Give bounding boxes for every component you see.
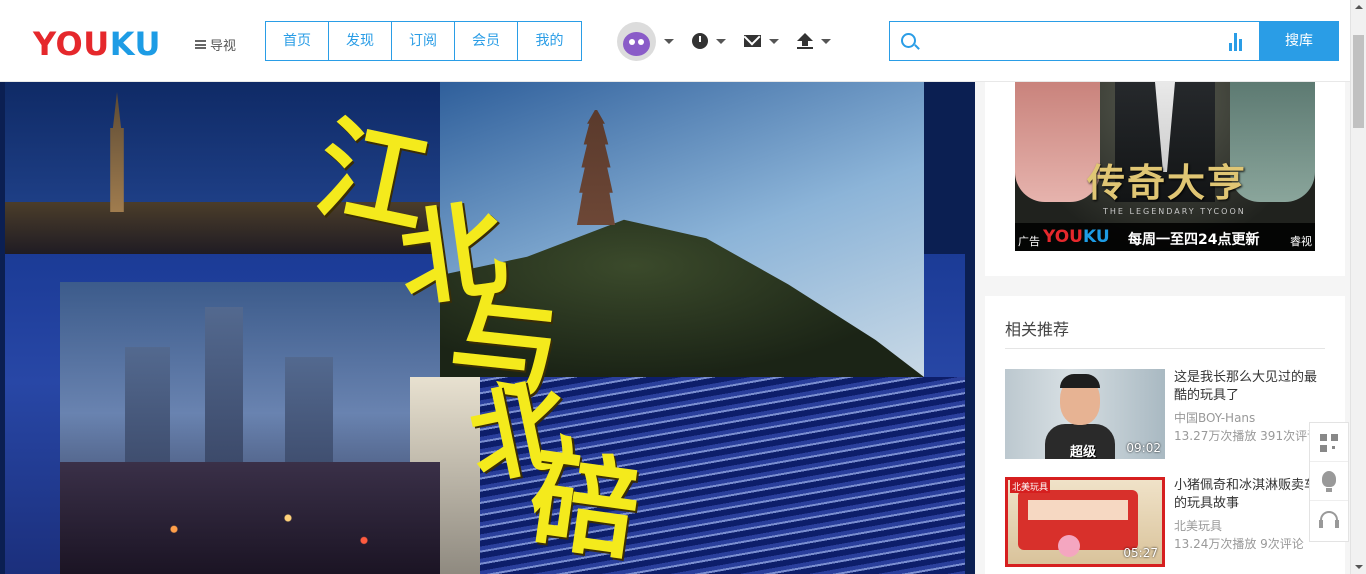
video-title[interactable]: 这是我长那么大见过的最酷的玩具了 [1174,369,1325,405]
history-dropdown[interactable] [692,33,726,49]
nav-discover[interactable]: 发现 [329,22,392,60]
scroll-thumb[interactable] [1353,35,1364,128]
list-item[interactable]: 超级 09:02 这是我长那么大见过的最酷的玩具了 中国BOY-Hans 13.… [1005,369,1325,459]
ad-brand: 睿视 [1290,235,1312,248]
search-icon [901,33,916,48]
video-thumbnail[interactable]: 超级 09:02 [1005,369,1165,459]
menu-icon [195,40,206,49]
scroll-up-arrow-icon[interactable] [1355,5,1363,9]
floating-toolbar [1309,422,1349,542]
qr-code-button[interactable] [1310,423,1348,462]
history-clock-icon [692,33,708,49]
video-stats: 13.27万次播放 391次评论 [1174,429,1320,443]
ad-label: 广告 [1018,235,1040,248]
chevron-down-icon [769,38,779,44]
ad-banner[interactable]: 传奇大亨 THE LEGENDARY TYCOON YOUKU 每周一至四24点… [1015,82,1315,251]
avatar-dropdown[interactable] [617,21,674,61]
ad-title: 传奇大亨 [1087,160,1248,205]
video-thumbnail[interactable]: 北美玩具 05:27 [1005,477,1165,567]
trending-chart-icon[interactable] [1229,32,1245,51]
scroll-down-arrow-icon[interactable] [1355,565,1363,569]
top-header: YOUKU 导视 首页 发现 订阅 会员 我的 搜库 [0,0,1350,82]
qr-code-icon [1320,434,1338,452]
light-toggle-button[interactable] [1310,462,1348,501]
uploader-name[interactable]: 北美玩具 [1174,517,1222,534]
mail-icon [744,35,761,47]
ad-youku-logo: YOUKU [1043,227,1110,247]
video-stats: 13.24万次播放 9次评论 [1174,537,1304,551]
ad-subtitle: THE LEGENDARY TYCOON [1103,207,1246,216]
uploader-name[interactable]: 中国BOY-Hans [1174,409,1255,426]
related-recommendations: 相关推荐 超级 09:02 这是我长那么大见过的最酷的玩具了 中国BOY-Han… [985,296,1345,574]
guide-menu[interactable]: 导视 [195,35,236,54]
chevron-down-icon [821,38,831,44]
chevron-down-icon [716,38,726,44]
divider [1005,348,1325,349]
upload-dropdown[interactable] [797,33,831,49]
ad-card: 传奇大亨 THE LEGENDARY TYCOON YOUKU 每周一至四24点… [985,82,1345,276]
search-box [889,21,1259,61]
section-title: 相关推荐 [1005,320,1070,339]
lightbulb-icon [1322,471,1336,492]
main-nav: 首页 发现 订阅 会员 我的 [265,21,582,61]
duration-badge: 09:02 [1126,441,1161,455]
search-bar: 搜库 [889,21,1339,61]
search-button[interactable]: 搜库 [1259,21,1339,61]
headset-icon [1319,511,1339,528]
search-input[interactable] [928,23,1218,59]
calligraphy-char: 碚 [521,436,647,574]
video-title[interactable]: 小猪佩奇和冰淇淋贩卖车的玩具故事 [1174,477,1325,513]
nav-vip[interactable]: 会员 [455,22,518,60]
nav-subscribe[interactable]: 订阅 [392,22,455,60]
page-scrollbar[interactable] [1350,0,1366,574]
upload-icon [797,33,813,49]
avatar [617,21,656,61]
ad-schedule: 每周一至四24点更新 [1128,232,1260,248]
user-tools [617,21,831,61]
nav-home[interactable]: 首页 [266,22,329,60]
youku-logo[interactable]: YOUKU [33,28,161,60]
video-player[interactable]: 江 北 与 北 碚 [0,82,975,574]
chevron-down-icon [664,38,674,44]
messages-dropdown[interactable] [744,35,779,47]
list-item[interactable]: 北美玩具 05:27 小猪佩奇和冰淇淋贩卖车的玩具故事 北美玩具 13.24万次… [1005,477,1325,567]
guide-label: 导视 [210,39,237,54]
support-button[interactable] [1310,501,1348,540]
nav-mine[interactable]: 我的 [518,22,581,60]
duration-badge: 05:27 [1123,546,1158,560]
